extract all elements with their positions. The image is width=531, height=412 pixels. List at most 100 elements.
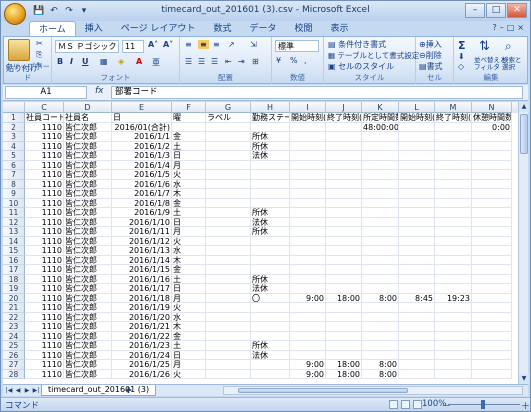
page-break-view-icon[interactable] — [413, 400, 422, 409]
tab-formulas[interactable]: 数式 — [204, 21, 240, 37]
table-cell[interactable] — [206, 160, 251, 170]
table-cell[interactable]: 水 — [172, 246, 206, 256]
table-cell[interactable] — [435, 360, 472, 370]
scroll-down-icon[interactable]: ▼ — [519, 374, 529, 384]
row-header[interactable]: 17 — [3, 265, 25, 275]
format-cells-button[interactable]: ▤書式 — [419, 61, 443, 72]
tab-insert[interactable]: 挿入 — [76, 21, 112, 37]
column-header[interactable]: J — [326, 102, 362, 113]
table-cell[interactable]: 1110 — [25, 151, 64, 161]
table-cell[interactable] — [251, 312, 290, 322]
table-cell[interactable] — [290, 189, 326, 199]
table-cell[interactable] — [472, 189, 512, 199]
indent-increase-icon[interactable]: ⇥ — [238, 57, 245, 66]
table-cell[interactable] — [206, 255, 251, 265]
table-cell[interactable]: 1110 — [25, 293, 64, 303]
table-cell[interactable] — [362, 322, 399, 332]
table-cell[interactable]: 18:00 — [326, 293, 362, 303]
table-cell[interactable] — [362, 170, 399, 180]
currency-icon[interactable]: ¥ — [276, 56, 281, 65]
table-cell[interactable] — [472, 274, 512, 284]
table-cell[interactable]: 所休 — [251, 341, 290, 351]
tab-review[interactable]: 校閲 — [285, 21, 321, 37]
row-header[interactable]: 9 — [3, 189, 25, 199]
border-icon[interactable]: ▦ — [100, 57, 108, 66]
first-sheet-icon[interactable]: |◀ — [5, 386, 13, 395]
table-cell[interactable] — [251, 160, 290, 170]
table-cell[interactable]: 日 — [172, 350, 206, 360]
table-cell[interactable]: 月 — [172, 293, 206, 303]
table-cell[interactable]: 所休 — [251, 208, 290, 218]
table-cell[interactable] — [472, 132, 512, 142]
table-cell[interactable]: 火 — [172, 369, 206, 379]
table-cell[interactable]: 2016/1/26 — [112, 369, 172, 379]
column-header[interactable]: E — [112, 102, 172, 113]
table-cell[interactable]: 2016/1/25 — [112, 360, 172, 370]
table-cell[interactable] — [326, 198, 362, 208]
table-cell[interactable]: 1110 — [25, 350, 64, 360]
table-cell[interactable]: 2016/1/6 — [112, 179, 172, 189]
table-cell[interactable]: 2016/1/12 — [112, 236, 172, 246]
table-cell[interactable]: 火 — [172, 170, 206, 180]
table-cell[interactable] — [206, 132, 251, 142]
table-cell[interactable] — [472, 341, 512, 351]
copy-icon[interactable]: ⎘ — [36, 50, 42, 60]
fill-icon[interactable]: ⬇ — [458, 52, 465, 61]
table-cell[interactable] — [326, 265, 362, 275]
table-cell[interactable] — [399, 331, 435, 341]
name-box[interactable]: A1 — [5, 86, 87, 99]
table-cell[interactable]: 9:00 — [290, 293, 326, 303]
table-cell[interactable] — [362, 151, 399, 161]
table-cell[interactable]: 皆仁次郎 — [64, 360, 112, 370]
sheet-tab[interactable]: timecard_out_201601 (3) — [41, 385, 157, 396]
insert-sheet-icon[interactable]: ✚ — [125, 386, 132, 395]
wrap-text-icon[interactable]: ⇲ — [250, 40, 257, 49]
table-cell[interactable] — [399, 284, 435, 294]
close-button[interactable]: ✕ — [507, 3, 527, 18]
table-cell[interactable] — [290, 132, 326, 142]
table-cell[interactable] — [290, 141, 326, 151]
table-cell[interactable] — [206, 322, 251, 332]
table-cell[interactable] — [290, 246, 326, 256]
table-cell[interactable] — [206, 350, 251, 360]
italic-button[interactable]: I — [70, 57, 73, 66]
row-header[interactable]: 25 — [3, 341, 25, 351]
table-cell[interactable] — [399, 265, 435, 275]
align-left-icon[interactable]: ☰ — [185, 57, 192, 66]
table-cell[interactable]: 〇 — [251, 293, 290, 303]
table-cell[interactable]: 2016/1/23 — [112, 341, 172, 351]
table-cell[interactable] — [362, 274, 399, 284]
table-cell[interactable] — [362, 189, 399, 199]
table-cell[interactable]: 1110 — [25, 198, 64, 208]
find-select-icon[interactable]: ⌕ — [505, 39, 512, 54]
table-cell[interactable] — [399, 255, 435, 265]
table-cell[interactable]: 1110 — [25, 227, 64, 237]
row-header[interactable]: 12 — [3, 217, 25, 227]
table-cell[interactable] — [251, 303, 290, 313]
table-cell[interactable] — [435, 132, 472, 142]
insert-function-icon[interactable]: fx — [95, 86, 104, 96]
shrink-font-icon[interactable]: A˅ — [163, 40, 173, 49]
table-cell[interactable]: 木 — [172, 322, 206, 332]
table-cell[interactable] — [435, 217, 472, 227]
conditional-format-button[interactable]: ▤ 条件付き書式 — [328, 39, 386, 50]
tab-view[interactable]: 表示 — [321, 21, 357, 37]
table-cell[interactable] — [362, 227, 399, 237]
insert-cells-button[interactable]: ⊕挿入 — [419, 39, 442, 50]
table-cell[interactable] — [290, 227, 326, 237]
table-cell[interactable] — [290, 350, 326, 360]
table-cell[interactable]: 日 — [172, 151, 206, 161]
zoom-in-icon[interactable]: ＋ — [521, 399, 530, 412]
table-cell[interactable] — [290, 265, 326, 275]
row-header[interactable]: 15 — [3, 246, 25, 256]
row-header[interactable]: 16 — [3, 255, 25, 265]
table-cell[interactable] — [326, 160, 362, 170]
table-cell[interactable]: 2016/1/4 — [112, 160, 172, 170]
formula-input[interactable]: 部署コード — [111, 86, 523, 99]
table-cell[interactable] — [399, 151, 435, 161]
table-cell[interactable]: 2016/1/2 — [112, 141, 172, 151]
table-cell[interactable] — [362, 198, 399, 208]
table-cell[interactable] — [290, 331, 326, 341]
table-cell[interactable] — [290, 322, 326, 332]
table-cell[interactable]: 皆仁次郎 — [64, 217, 112, 227]
